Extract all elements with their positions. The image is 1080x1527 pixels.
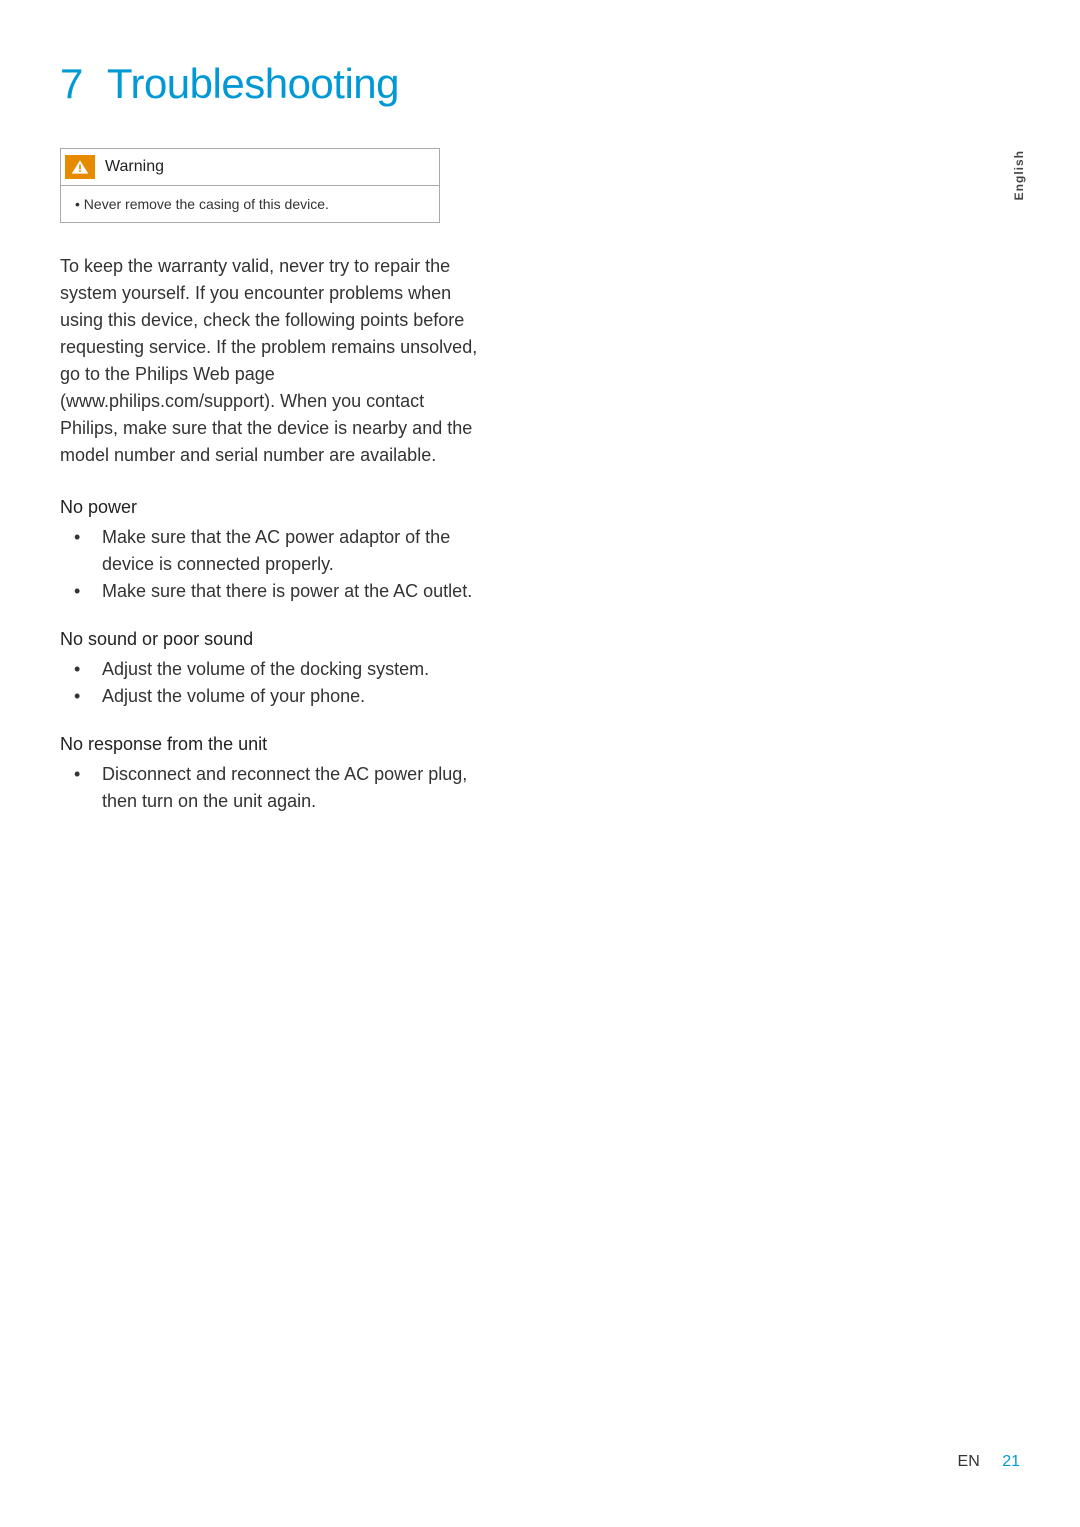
section-no-response: No response from the unit Disconnect and… (60, 734, 480, 815)
section-no-power: No power Make sure that the AC power ada… (60, 497, 480, 605)
list-item: Adjust the volume of your phone. (60, 683, 480, 710)
warning-label: Warning (105, 158, 164, 176)
warning-icon (65, 155, 95, 179)
section-title: No sound or poor sound (60, 629, 480, 650)
bullet-list: Adjust the volume of the docking system.… (60, 656, 480, 710)
bullet-list: Make sure that the AC power adaptor of t… (60, 524, 480, 605)
list-item: Make sure that there is power at the AC … (60, 578, 480, 605)
chapter-title: Troubleshooting (107, 60, 399, 107)
footer-language: EN (958, 1453, 980, 1470)
section-title: No response from the unit (60, 734, 480, 755)
list-item: Disconnect and reconnect the AC power pl… (60, 761, 480, 815)
page-footer: EN 21 (958, 1453, 1020, 1471)
bullet-list: Disconnect and reconnect the AC power pl… (60, 761, 480, 815)
section-no-sound: No sound or poor sound Adjust the volume… (60, 629, 480, 710)
warning-body: Never remove the casing of this device. (61, 185, 439, 222)
language-tab: English (1012, 150, 1026, 200)
footer-page-number: 21 (1002, 1453, 1020, 1470)
warning-header: Warning (61, 149, 439, 185)
list-item: Make sure that the AC power adaptor of t… (60, 524, 480, 578)
chapter-number: 7 (60, 60, 83, 107)
list-item: Adjust the volume of the docking system. (60, 656, 480, 683)
page-content: 7 Troubleshooting Warning Never remove th… (0, 0, 1080, 815)
warning-box: Warning Never remove the casing of this … (60, 148, 440, 223)
chapter-heading: 7 Troubleshooting (60, 60, 1020, 108)
warning-text: Never remove the casing of this device. (75, 196, 329, 212)
section-title: No power (60, 497, 480, 518)
intro-paragraph: To keep the warranty valid, never try to… (60, 253, 480, 469)
